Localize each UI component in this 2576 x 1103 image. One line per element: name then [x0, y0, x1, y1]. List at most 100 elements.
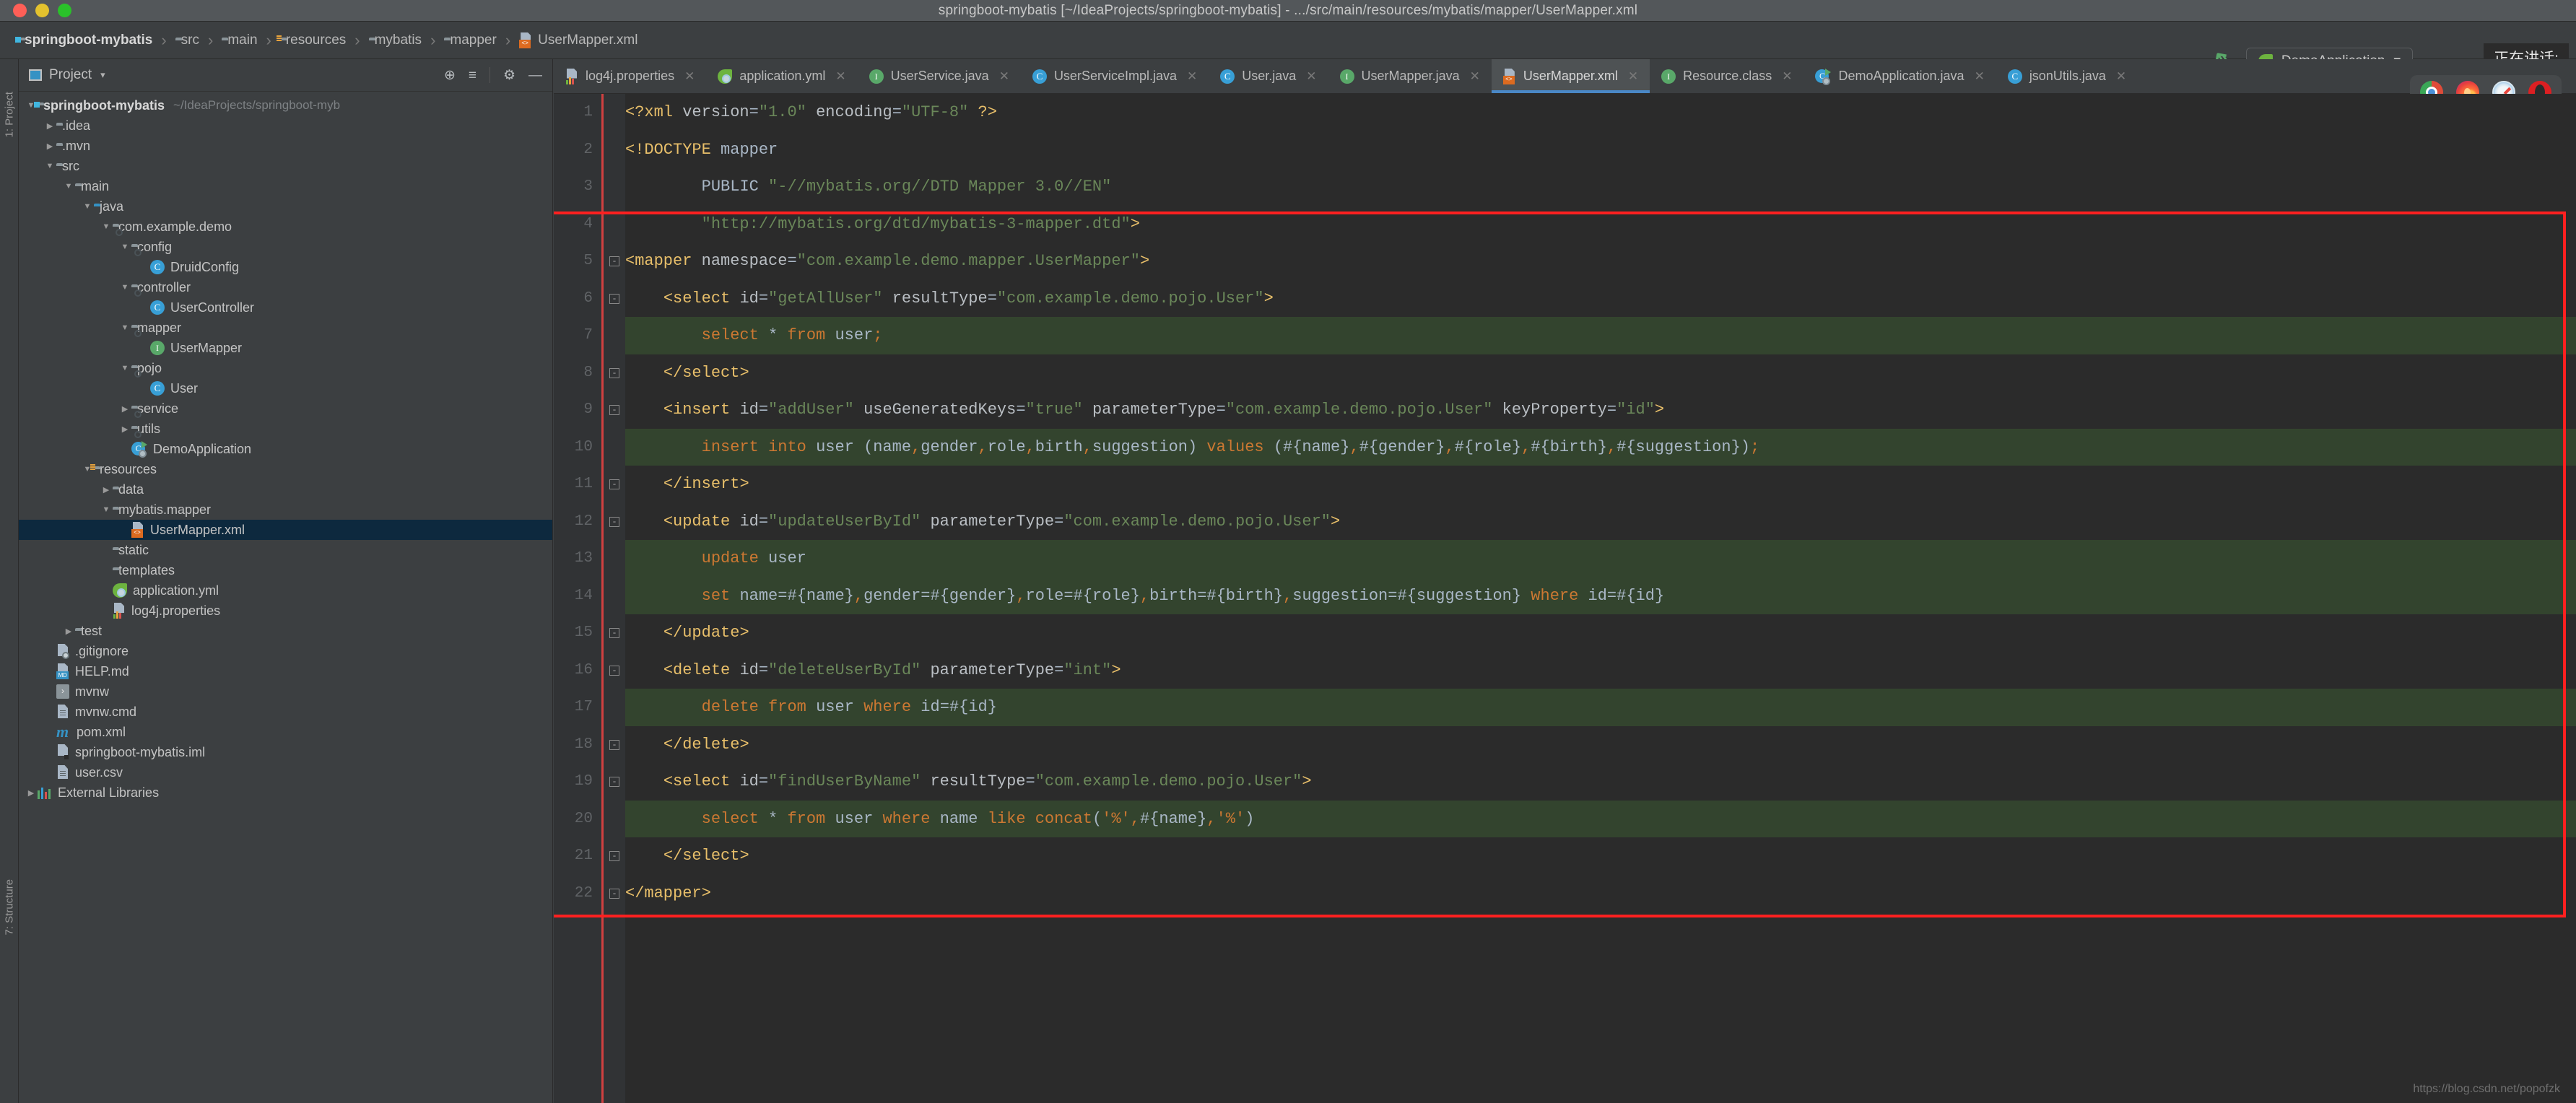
tree-item-pojo[interactable]: ▼ pojo	[19, 358, 552, 378]
tree-item-external-libraries[interactable]: ▶ External Libraries	[19, 782, 552, 803]
close-tab-icon[interactable]: ✕	[835, 69, 845, 84]
tree-item-com-example-demo[interactable]: ▼ com.example.demo	[19, 217, 552, 237]
tree-item-log4j-properties[interactable]: log4j.properties	[19, 601, 552, 621]
tree-item-mybatis-mapper[interactable]: ▼ mybatis.mapper	[19, 500, 552, 520]
code-line[interactable]: <delete id="deleteUserById" parameterTyp…	[625, 652, 2576, 689]
editor-tab-userservice-java[interactable]: I UserService.java ✕	[858, 59, 1021, 93]
twisty-collapsed-icon[interactable]: ▶	[118, 404, 131, 414]
tree-item-pom-xml[interactable]: m pom.xml	[19, 722, 552, 742]
code-line[interactable]: <!DOCTYPE mapper	[625, 131, 2576, 169]
editor-tab-application-yml[interactable]: application.yml ✕	[706, 59, 857, 93]
code-line[interactable]: </select>	[625, 837, 2576, 875]
code-line[interactable]: delete from user where id=#{id}	[625, 689, 2576, 726]
tree-item-springboot-mybatis-iml[interactable]: springboot-mybatis.iml	[19, 742, 552, 762]
tree-item-static[interactable]: static	[19, 540, 552, 560]
code-content[interactable]: <?xml version="1.0" encoding="UTF-8" ?> <…	[625, 94, 2576, 1103]
fold-toggle-icon[interactable]: -	[609, 851, 619, 861]
code-line[interactable]: <update id="updateUserById" parameterTyp…	[625, 503, 2576, 541]
editor-tab-log4j-properties[interactable]: log4j.properties ✕	[554, 59, 706, 93]
fold-toggle-icon[interactable]: -	[609, 516, 619, 527]
tree-item-usermapper-xml[interactable]: <> UserMapper.xml	[19, 520, 552, 540]
tree-item--mvn[interactable]: ▶ .mvn	[19, 136, 552, 156]
close-tab-icon[interactable]: ✕	[1470, 69, 1480, 84]
code-line[interactable]: select * from user;	[625, 317, 2576, 354]
breadcrumb-item-src[interactable]: src	[175, 32, 199, 48]
tree-item-resources[interactable]: ▼ resources	[19, 459, 552, 479]
twisty-expanded-icon[interactable]: ▼	[62, 182, 75, 191]
editor-tab-userserviceimpl-java[interactable]: C UserServiceImpl.java ✕	[1021, 59, 1209, 93]
breadcrumb-item-main[interactable]: main	[222, 32, 257, 48]
tree-item-controller[interactable]: ▼ controller	[19, 277, 552, 297]
twisty-collapsed-icon[interactable]: ▶	[43, 121, 56, 131]
close-tab-icon[interactable]: ✕	[1782, 69, 1792, 84]
tree-item-usermapper[interactable]: I UserMapper	[19, 338, 552, 358]
editor-tab-demoapplication-java[interactable]: C DemoApplication.java ✕	[1803, 59, 1996, 93]
close-tab-icon[interactable]: ✕	[684, 69, 695, 84]
code-line[interactable]: <?xml version="1.0" encoding="UTF-8" ?>	[625, 94, 2576, 131]
twisty-collapsed-icon[interactable]: ▶	[100, 485, 113, 494]
tree-item-test[interactable]: ▶ test	[19, 621, 552, 641]
fold-toggle-icon[interactable]: -	[609, 739, 619, 750]
tree-item-data[interactable]: ▶ data	[19, 479, 552, 500]
code-folding-column[interactable]: - - - - - - - - - - - -	[604, 94, 625, 1103]
twisty-expanded-icon[interactable]: ▼	[118, 364, 131, 372]
code-line[interactable]: select * from user where name like conca…	[625, 800, 2576, 837]
breadcrumb-item-file[interactable]: <> UserMapper.xml	[519, 32, 638, 48]
twisty-collapsed-icon[interactable]: ▶	[62, 627, 75, 636]
code-line[interactable]: set name=#{name},gender=#{gender},role=#…	[625, 577, 2576, 614]
close-tab-icon[interactable]: ✕	[1306, 69, 1316, 84]
tree-item-templates[interactable]: templates	[19, 560, 552, 580]
tree-item-druidconfig[interactable]: C DruidConfig	[19, 257, 552, 277]
code-line[interactable]: </select>	[625, 354, 2576, 392]
editor-tab-usermapper-xml[interactable]: <> UserMapper.xml ✕	[1491, 59, 1650, 93]
editor-tab-usermapper-java[interactable]: I UserMapper.java ✕	[1328, 59, 1492, 93]
code-line[interactable]: "http://mybatis.org/dtd/mybatis-3-mapper…	[625, 206, 2576, 243]
code-line[interactable]: </delete>	[625, 726, 2576, 764]
code-line[interactable]: update user	[625, 540, 2576, 577]
fold-toggle-icon[interactable]: -	[609, 628, 619, 638]
tree-item-usercontroller[interactable]: C UserController	[19, 297, 552, 318]
code-line[interactable]: insert into user (name,gender,role,birth…	[625, 428, 2576, 466]
tree-item-src[interactable]: ▼ src	[19, 156, 552, 176]
breadcrumb-item-mapper[interactable]: mapper	[444, 32, 496, 48]
tree-item-utils[interactable]: ▶ utils	[19, 419, 552, 439]
tree-item-mapper[interactable]: ▼ mapper	[19, 318, 552, 338]
code-line[interactable]: </insert>	[625, 466, 2576, 503]
tree-item-user[interactable]: C User	[19, 378, 552, 398]
fold-toggle-icon[interactable]: -	[609, 888, 619, 899]
twisty-expanded-icon[interactable]: ▼	[100, 222, 113, 231]
project-tree[interactable]: ▼ springboot-mybatis ~/IdeaProjects/spring…	[19, 92, 552, 1103]
twisty-expanded-icon[interactable]: ▼	[100, 505, 113, 514]
fold-toggle-icon[interactable]: -	[609, 256, 619, 266]
tree-item-application-yml[interactable]: application.yml	[19, 580, 552, 601]
code-line[interactable]: <mapper namespace="com.example.demo.mapp…	[625, 243, 2576, 280]
twisty-expanded-icon[interactable]: ▼	[118, 243, 131, 251]
tree-item-help-md[interactable]: MD HELP.md	[19, 661, 552, 681]
code-line[interactable]: </update>	[625, 614, 2576, 652]
tree-item-demoapplication[interactable]: C DemoApplication	[19, 439, 552, 459]
fold-toggle-icon[interactable]: -	[609, 405, 619, 415]
twisty-collapsed-icon[interactable]: ▶	[118, 424, 131, 434]
close-tab-icon[interactable]: ✕	[1975, 69, 1985, 84]
tree-item-java[interactable]: ▼ java	[19, 196, 552, 217]
breadcrumb-item-resources[interactable]: resources	[280, 32, 346, 48]
tree-item-service[interactable]: ▶ service	[19, 398, 552, 419]
close-tab-icon[interactable]: ✕	[1628, 69, 1638, 84]
tool-window-button-structure[interactable]: 7: Structure	[4, 842, 16, 936]
code-line[interactable]: PUBLIC "-//mybatis.org//DTD Mapper 3.0//…	[625, 168, 2576, 206]
editor-tab-jsonutils-java[interactable]: CjsonUtils.java ✕	[1996, 59, 2138, 93]
tree-item-user-csv[interactable]: user.csv	[19, 762, 552, 782]
tree-item-mvnw-cmd[interactable]: mvnw.cmd	[19, 702, 552, 722]
tool-window-button-project[interactable]: 1: Project	[4, 80, 16, 137]
tree-item-main[interactable]: ▼ main	[19, 176, 552, 196]
tree-item-springboot-mybatis[interactable]: ▼ springboot-mybatis ~/IdeaProjects/spring…	[19, 95, 552, 115]
tree-item--gitignore[interactable]: .gitignore	[19, 641, 552, 661]
close-tab-icon[interactable]: ✕	[999, 69, 1009, 84]
code-editor[interactable]: 1 2 3 4 5 6 7 8 9 10 11 12 13 14 15 16 17 18 19 20 21 22 ----…	[554, 94, 2576, 1103]
close-tab-icon[interactable]: ✕	[1187, 69, 1197, 84]
twisty-collapsed-icon[interactable]: ▶	[25, 788, 38, 798]
editor-tab-user-java[interactable]: C User.java ✕	[1209, 59, 1328, 93]
tree-item-config[interactable]: ▼ config	[19, 237, 552, 257]
code-line[interactable]: <select id="findUserByName" resultType="…	[625, 763, 2576, 801]
code-line[interactable]: </mapper>	[625, 875, 2576, 912]
